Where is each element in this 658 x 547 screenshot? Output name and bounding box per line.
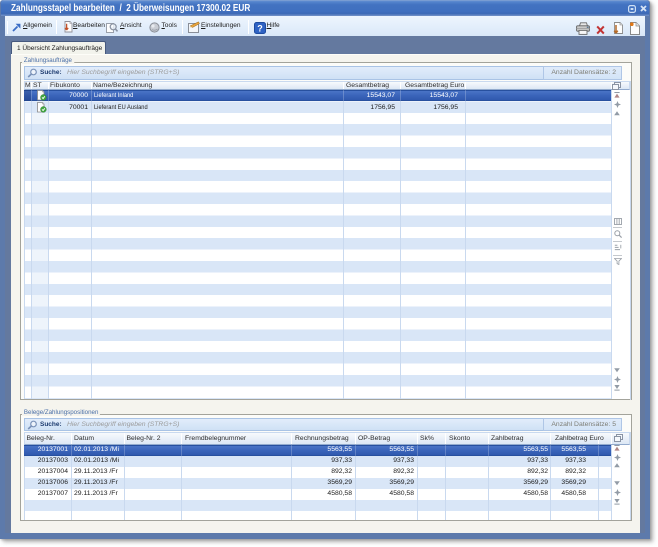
svg-text:?: ?: [257, 23, 263, 33]
